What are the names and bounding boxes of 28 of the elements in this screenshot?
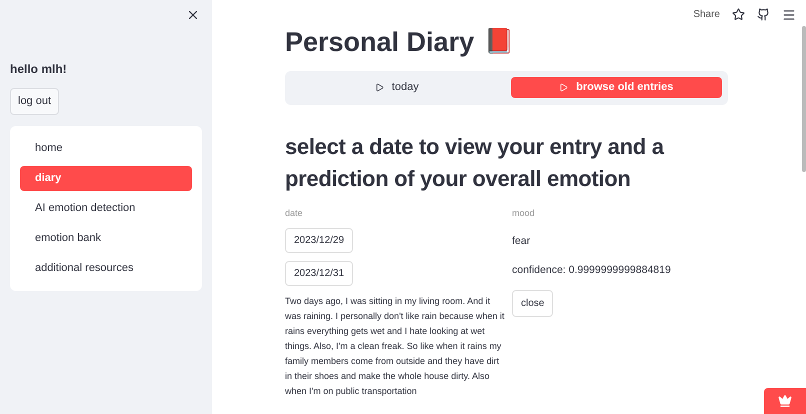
greeting-text: hello mlh!: [10, 61, 68, 78]
diary-entry-text: Two days ago, I was sitting in my living room. And it was raining. I personally don't like rain because when it rains everything gets wet and I hate looking at wet things. Also, I'm a clean freak. So like when it rains my family members come from outside and they have dirt in their shoes and make the whole house dirty. Also when I'm on public transportation: [285, 295, 506, 398]
date-label: date: [285, 206, 303, 220]
menu-icon[interactable]: [782, 8, 796, 22]
page-title: Personal Diary: [285, 26, 474, 59]
confidence-text: confidence: 0.9999999999884819: [512, 262, 671, 278]
play-icon: [374, 83, 384, 92]
mood-label: mood: [512, 206, 535, 220]
close-button[interactable]: close: [512, 290, 554, 316]
crown-icon: [778, 394, 792, 408]
share-link[interactable]: Share: [693, 7, 720, 22]
close-icon[interactable]: [186, 8, 200, 22]
nav-item[interactable]: AI emotion detection: [20, 196, 192, 220]
date-button[interactable]: 2023/12/31: [285, 261, 354, 286]
app-badge[interactable]: [764, 388, 806, 414]
section-heading: select a date to view your entry and a prediction of your overall emotion: [285, 132, 666, 193]
date-button[interactable]: 2023/12/29: [285, 228, 354, 253]
mood-text: fear: [512, 234, 530, 249]
nav-item[interactable]: emotion bank: [20, 226, 192, 250]
github-icon[interactable]: [757, 8, 770, 21]
logout-button[interactable]: log out: [10, 88, 60, 114]
nav-item[interactable]: additional resources: [20, 256, 192, 280]
tab[interactable]: today: [291, 77, 502, 98]
scrollbar[interactable]: [802, 26, 806, 172]
star-icon[interactable]: [732, 8, 745, 21]
book-emoji: 📕: [484, 27, 514, 58]
nav-item[interactable]: home: [20, 136, 192, 160]
play-icon: [559, 83, 568, 92]
